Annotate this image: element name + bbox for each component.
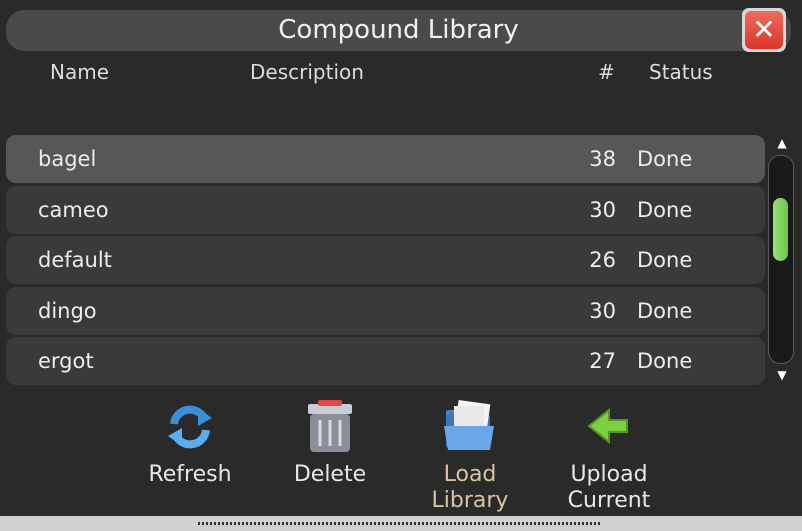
refresh-icon — [160, 398, 220, 456]
table-row[interactable]: default 26 Done — [6, 236, 765, 284]
refresh-label: Refresh — [148, 462, 232, 487]
table-row[interactable]: dingo 30 Done — [6, 286, 765, 335]
close-button[interactable]: ✕ — [742, 8, 786, 52]
upload-current-label: Upload Current — [567, 462, 651, 513]
row-name: ergot — [38, 349, 94, 373]
row-status: Done — [637, 197, 693, 222]
row-name: default — [38, 248, 112, 272]
compound-library-window: Compound Library ✕ Name Description # St… — [0, 0, 802, 531]
library-list[interactable]: bagel 38 Done cameo 30 Done default 26 D… — [6, 135, 765, 389]
column-header-count[interactable]: # — [598, 60, 615, 84]
upload-arrow-icon — [579, 398, 639, 456]
load-library-label: Load Library — [431, 462, 509, 513]
table-row[interactable]: bagel 38 Done — [6, 135, 765, 183]
row-name: dingo — [38, 298, 97, 323]
scroll-down-arrow-icon[interactable]: ▼ — [775, 368, 789, 382]
scrollbar[interactable] — [768, 155, 794, 364]
delete-label: Delete — [293, 462, 367, 487]
row-count: 26 — [589, 248, 616, 272]
scrollbar-thumb[interactable] — [773, 198, 788, 261]
column-header-status[interactable]: Status — [649, 60, 713, 84]
row-status: Done — [637, 349, 693, 373]
title-bar: Compound Library — [6, 10, 791, 51]
row-count: 30 — [589, 197, 616, 222]
window-title: Compound Library — [278, 15, 519, 45]
column-header-description[interactable]: Description — [250, 60, 364, 84]
folder-open-icon — [440, 398, 500, 456]
row-status: Done — [637, 298, 693, 323]
column-header-name[interactable]: Name — [50, 60, 109, 84]
row-count: 27 — [589, 349, 616, 373]
scroll-up-arrow-icon[interactable]: ▲ — [775, 136, 789, 150]
delete-icon — [300, 398, 360, 456]
row-status: Done — [637, 248, 693, 272]
row-count: 38 — [589, 147, 616, 171]
close-icon: ✕ — [745, 11, 783, 49]
refresh-button[interactable]: Refresh — [135, 398, 245, 488]
table-row[interactable]: ergot 27 Done — [6, 337, 765, 385]
row-count: 30 — [589, 298, 616, 323]
row-status: Done — [637, 147, 693, 171]
table-row[interactable]: cameo 30 Done — [6, 185, 765, 234]
upload-current-button[interactable]: Upload Current — [554, 398, 664, 514]
delete-button[interactable]: Delete — [275, 398, 385, 488]
load-library-button[interactable]: Load Library — [415, 398, 525, 514]
row-name: cameo — [38, 197, 109, 222]
row-name: bagel — [38, 147, 97, 171]
resize-grip[interactable] — [198, 522, 602, 525]
